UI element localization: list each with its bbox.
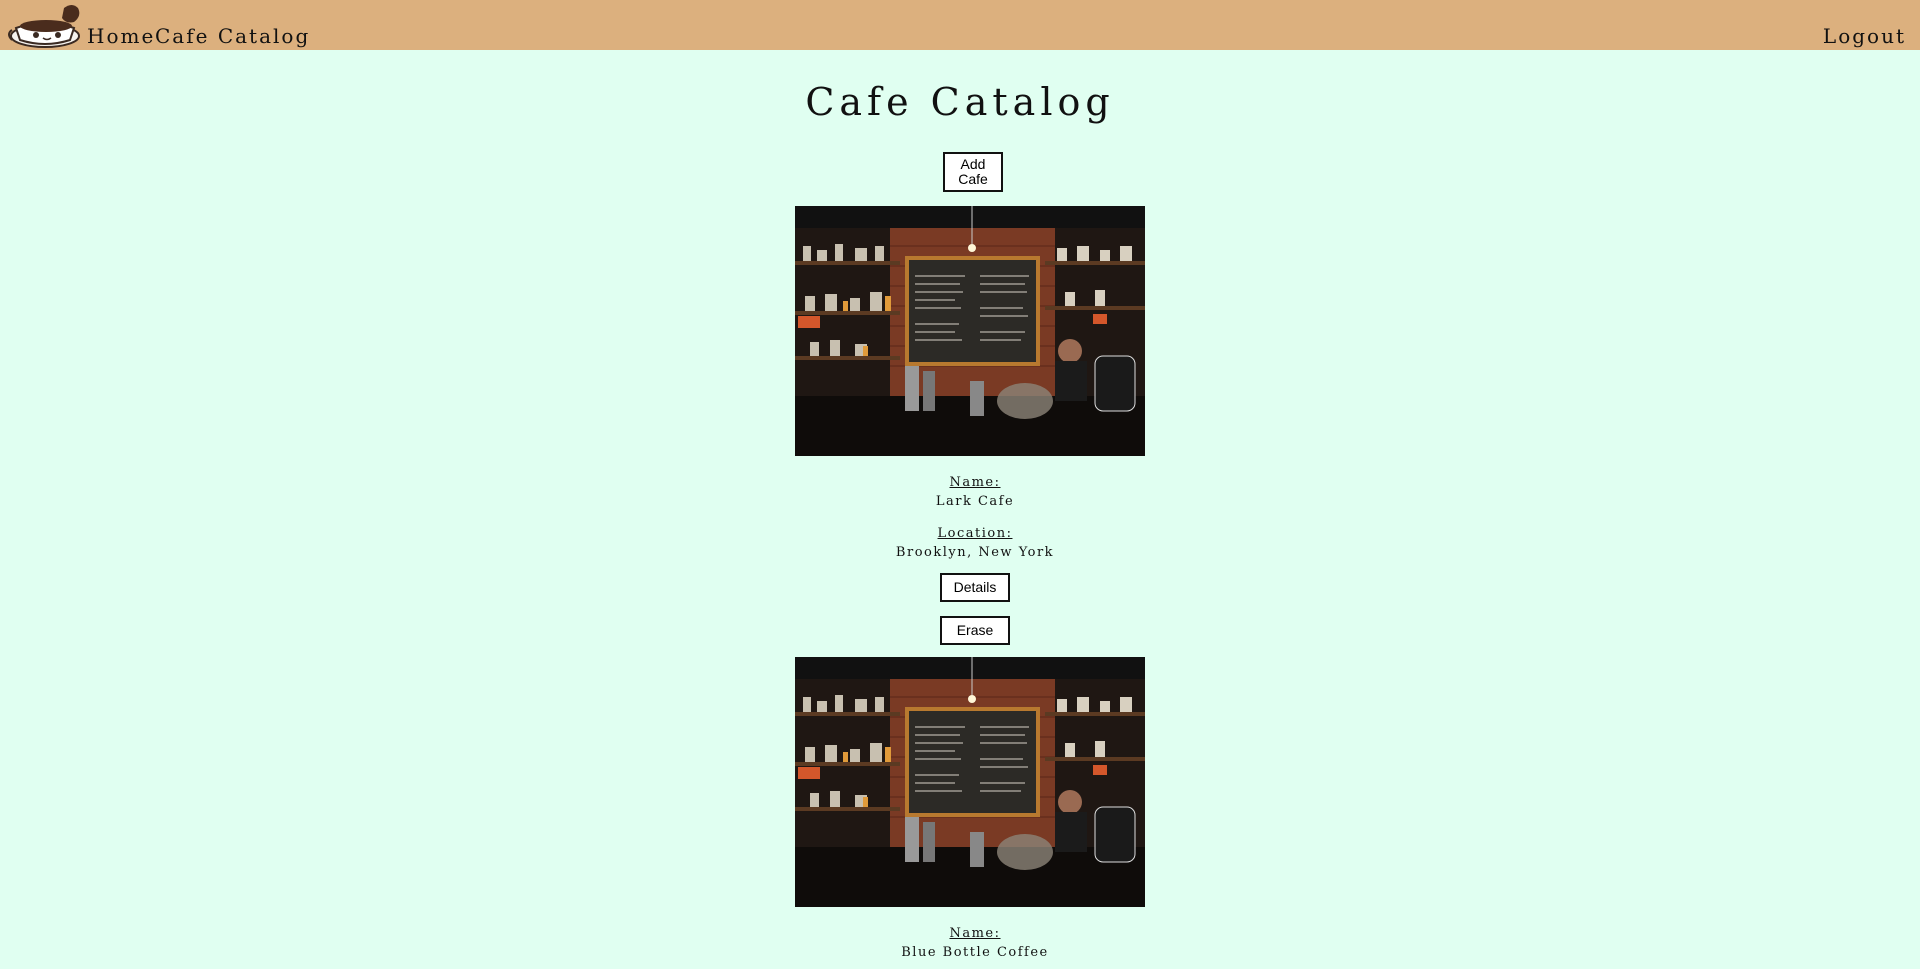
- cafe-name-label: Name:: [949, 475, 1001, 490]
- cafe-photo: [795, 206, 1145, 456]
- cafe-name-value: Lark Cafe: [935, 494, 1015, 509]
- cafe-location-value: Brooklyn, New York: [895, 545, 1055, 560]
- nav-cafe-catalog-link[interactable]: Cafe Catalog: [155, 24, 310, 48]
- cafe-name-label: Name:: [949, 926, 1001, 941]
- nav-home-link[interactable]: Home: [87, 24, 155, 48]
- erase-button[interactable]: Erase: [940, 616, 1010, 645]
- details-button[interactable]: Details: [940, 573, 1010, 602]
- cafe-interior-photo-icon: [795, 657, 1145, 907]
- cafe-photo: [795, 657, 1145, 907]
- top-nav-bar: Home Cafe Catalog Logout: [0, 0, 1920, 50]
- cafe-location-label: Location:: [937, 526, 1013, 541]
- add-cafe-button[interactable]: Add Cafe: [943, 152, 1003, 192]
- coffee-cup-logo-icon[interactable]: [6, 0, 84, 50]
- cafe-name-value: Blue Bottle Coffee: [901, 945, 1049, 960]
- cafe-interior-photo-icon: [795, 206, 1145, 456]
- logout-link[interactable]: Logout: [1823, 24, 1906, 48]
- page-title: Cafe Catalog: [805, 80, 1115, 124]
